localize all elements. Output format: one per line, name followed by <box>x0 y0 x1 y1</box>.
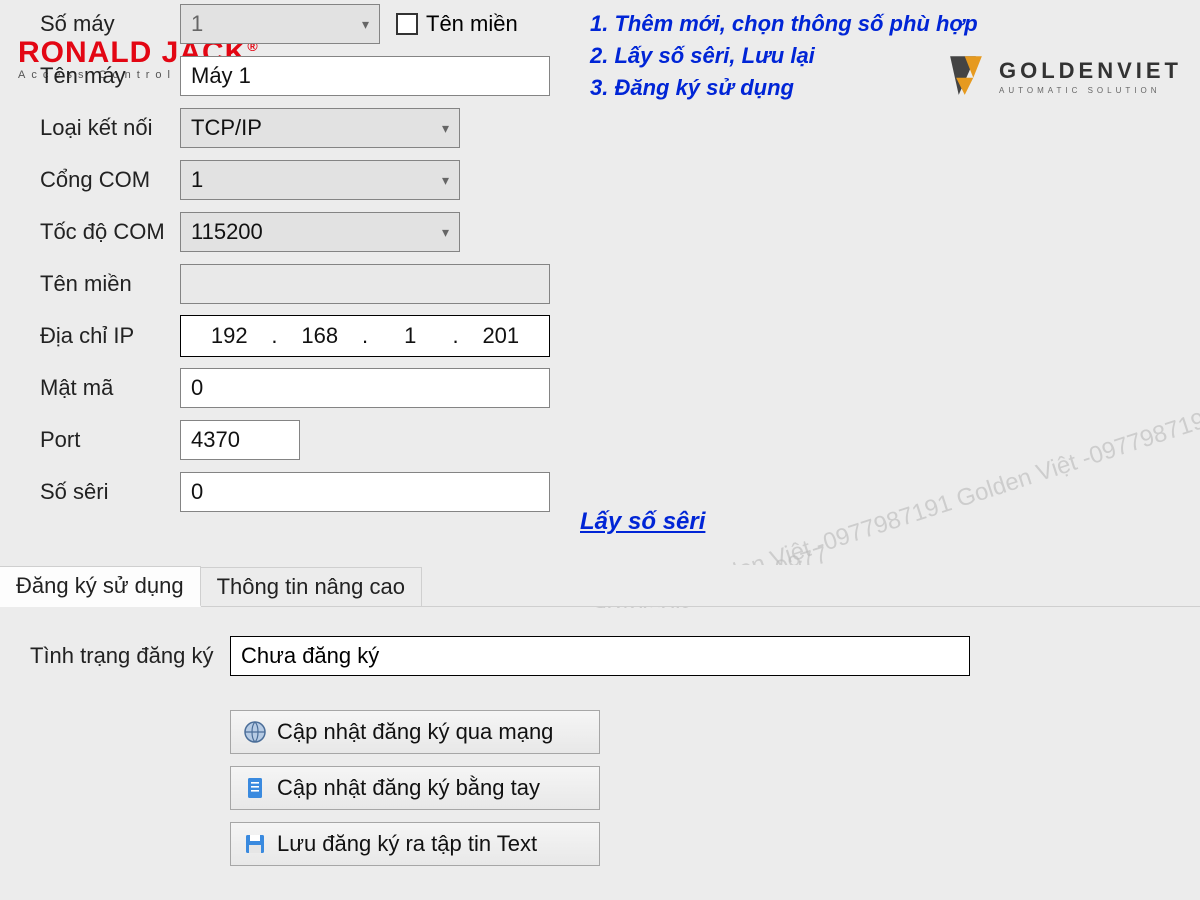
ip-address-input[interactable]: 192. 168. 1. 201 <box>180 315 550 357</box>
ip-octet-3[interactable]: 1 <box>372 323 448 349</box>
com-speed-label: Tốc độ COM <box>40 219 180 245</box>
password-input[interactable]: 0 <box>180 368 550 408</box>
connection-type-value: TCP/IP <box>191 115 262 141</box>
com-port-value: 1 <box>191 167 203 193</box>
port-label: Port <box>40 427 180 453</box>
serial-value: 0 <box>191 479 203 505</box>
machine-number-value: 1 <box>191 11 203 37</box>
chevron-down-icon: ▾ <box>442 120 449 137</box>
globe-icon <box>243 720 267 744</box>
machine-name-input[interactable]: Máy 1 <box>180 56 550 96</box>
logo-golden-main: GOLDENVIET <box>999 58 1182 84</box>
domain-checkbox-label: Tên miền <box>426 11 518 37</box>
com-port-label: Cổng COM <box>40 167 180 193</box>
update-manual-button[interactable]: Cập nhật đăng ký bằng tay <box>230 766 600 810</box>
logo-golden-sub: AUTOMATIC SOLUTION <box>999 86 1182 95</box>
com-speed-select[interactable]: 115200 ▾ <box>180 212 460 252</box>
registration-status-input[interactable]: Chưa đăng ký <box>230 636 970 676</box>
domain-name-label: Tên miền <box>40 271 180 297</box>
ip-address-label: Địa chỉ IP <box>40 323 180 349</box>
ip-octet-4[interactable]: 201 <box>463 323 539 349</box>
chevron-down-icon: ▾ <box>442 172 449 189</box>
com-port-select[interactable]: 1 ▾ <box>180 160 460 200</box>
machine-number-select[interactable]: 1 ▾ <box>180 4 380 44</box>
ip-octet-2[interactable]: 168 <box>282 323 358 349</box>
chevron-down-icon: ▾ <box>442 224 449 241</box>
save-icon <box>243 832 267 856</box>
update-online-button[interactable]: Cập nhật đăng ký qua mạng <box>230 710 600 754</box>
ip-octet-1[interactable]: 192 <box>191 323 267 349</box>
registration-panel: Tình trạng đăng ký Chưa đăng ký Cập nhật… <box>0 608 1200 900</box>
update-online-label: Cập nhật đăng ký qua mạng <box>277 719 553 745</box>
save-text-button[interactable]: Lưu đăng ký ra tập tin Text <box>230 822 600 866</box>
port-input[interactable]: 4370 <box>180 420 300 460</box>
document-icon <box>243 776 267 800</box>
registration-status-label: Tình trạng đăng ký <box>30 643 230 669</box>
password-value: 0 <box>191 375 203 401</box>
get-serial-link[interactable]: Lấy số sêri <box>580 508 705 536</box>
connection-type-label: Loại kết nối <box>40 115 180 141</box>
instruction-3: 3. Đăng ký sử dụng <box>590 72 978 104</box>
instruction-2: 2. Lấy số sêri, Lưu lại <box>590 40 978 72</box>
registration-status-value: Chưa đăng ký <box>241 643 379 669</box>
update-manual-label: Cập nhật đăng ký bằng tay <box>277 775 540 801</box>
machine-name-label: Tên máy <box>40 63 180 89</box>
tab-register[interactable]: Đăng ký sử dụng <box>0 566 201 607</box>
tab-advanced[interactable]: Thông tin nâng cao <box>201 567 422 606</box>
tab-bar: Đăng ký sử dụng Thông tin nâng cao <box>0 565 1200 607</box>
connection-type-select[interactable]: TCP/IP ▾ <box>180 108 460 148</box>
port-value: 4370 <box>191 427 240 453</box>
instruction-1: 1. Thêm mới, chọn thông số phù hợp <box>590 8 978 40</box>
machine-number-label: Số máy <box>40 11 180 37</box>
com-speed-value: 115200 <box>191 219 263 245</box>
chevron-down-icon: ▾ <box>362 16 369 33</box>
serial-label: Số sêri <box>40 479 180 505</box>
password-label: Mật mã <box>40 375 180 401</box>
save-text-label: Lưu đăng ký ra tập tin Text <box>277 831 537 857</box>
serial-input[interactable]: 0 <box>180 472 550 512</box>
machine-name-value: Máy 1 <box>191 63 251 89</box>
domain-name-input[interactable] <box>180 264 550 304</box>
domain-checkbox[interactable] <box>396 13 418 35</box>
instructions-block: 1. Thêm mới, chọn thông số phù hợp 2. Lấ… <box>590 8 978 104</box>
